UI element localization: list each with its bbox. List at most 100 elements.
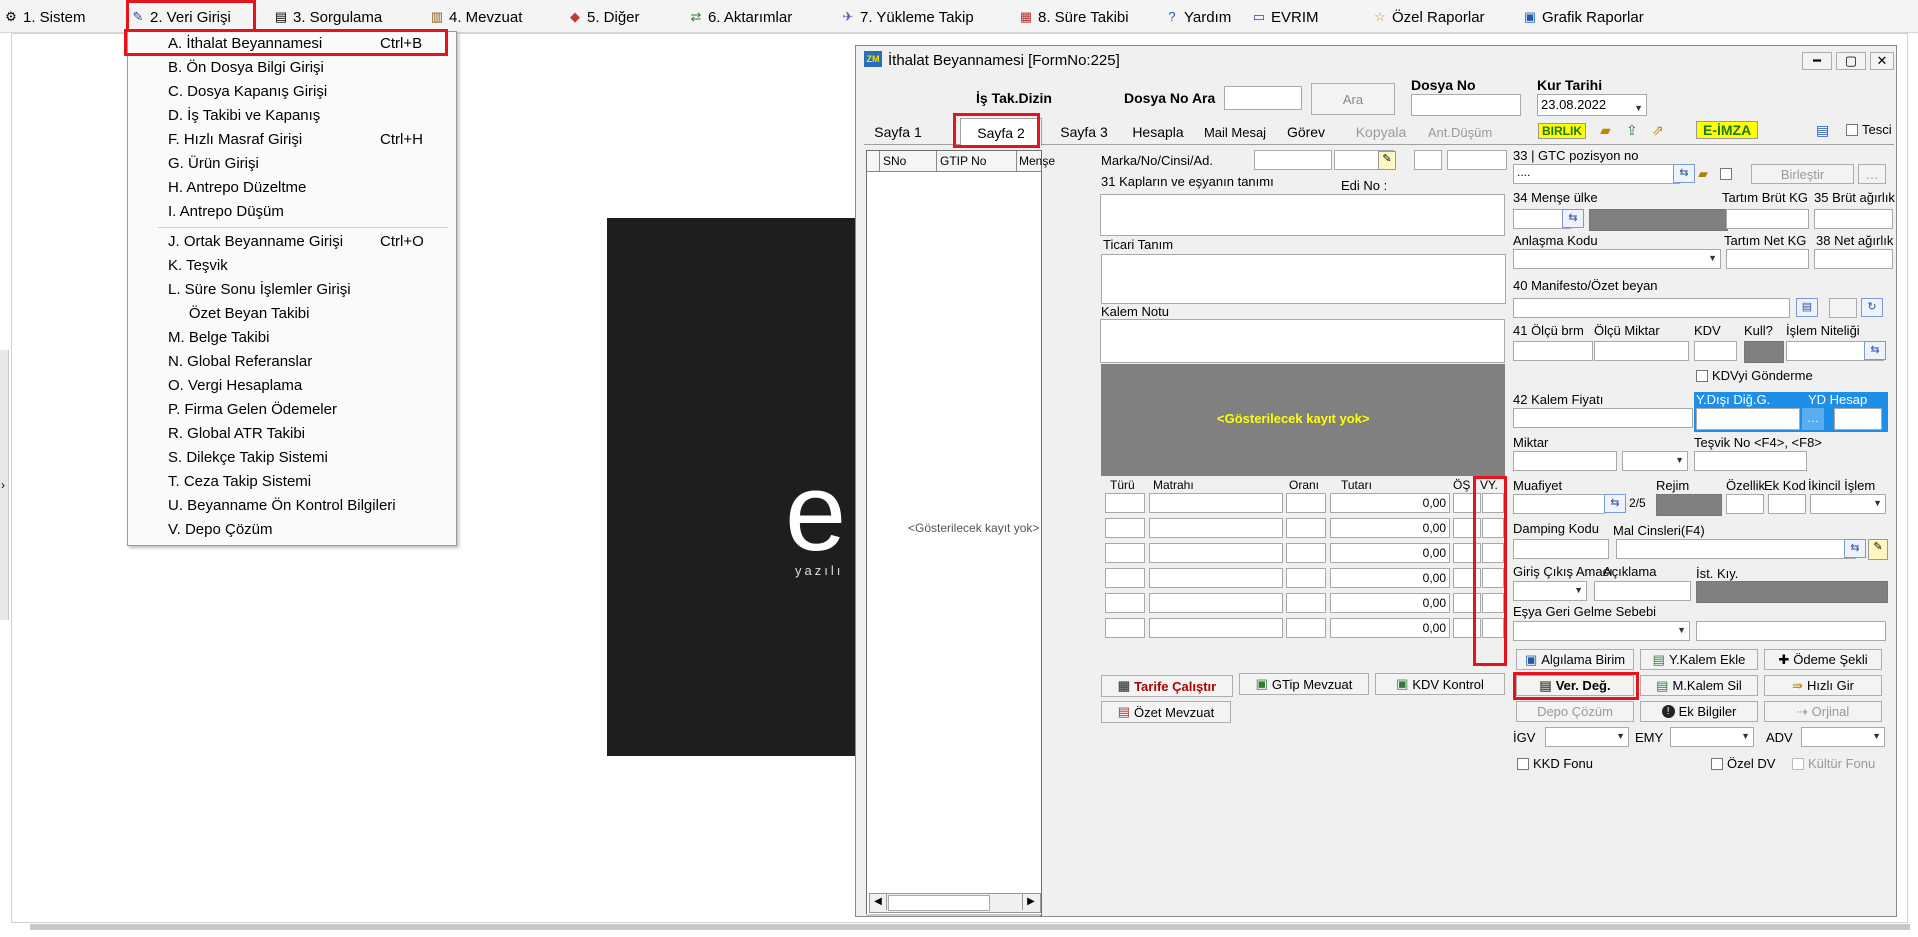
net-agirlik-input[interactable]	[1814, 249, 1893, 269]
muafiyet-input[interactable]	[1513, 494, 1605, 514]
menu-item-ortak-beyanname[interactable]: J. Ortak Beyanname Girişi	[168, 233, 343, 250]
kur-tarihi-date[interactable]: 23.08.2022	[1537, 94, 1647, 118]
ydisi-input[interactable]	[1696, 408, 1800, 430]
menu-item-ithalat[interactable]: A. İthalat Beyannamesi	[168, 35, 322, 52]
menu-item-ozet-beyan[interactable]: Özet Beyan Takibi	[168, 305, 310, 322]
gtc-input[interactable]: ....	[1513, 164, 1680, 184]
mal-cinsleri-edit-icon[interactable]: ✎	[1868, 539, 1888, 560]
tab-kopyala[interactable]: Kopyala	[1346, 120, 1416, 144]
export-icon[interactable]: ⇗	[1652, 122, 1664, 139]
scroll-thumb[interactable]	[888, 895, 990, 911]
kkd-fonu-checkbox[interactable]	[1517, 758, 1529, 770]
menu-grafik-raporlar[interactable]: ▣ Grafik Raporlar	[1523, 7, 1644, 27]
menu-aktarimlar[interactable]: ⇄ 6. Aktarımlar	[689, 7, 793, 27]
menu-yardim[interactable]: ? Yardım	[1165, 7, 1231, 27]
kalem-ekle-button[interactable]: ▤ Y.Kalem Ekle	[1640, 649, 1758, 670]
menu-item-tesvik[interactable]: K. Teşvik	[168, 257, 228, 274]
miktar-unit-select[interactable]	[1622, 451, 1688, 471]
tax-tutar-cell[interactable]: 0,00	[1330, 593, 1450, 613]
kdv-kontrol-button[interactable]: ▣ KDV Kontrol	[1375, 673, 1505, 695]
tax-os-cell[interactable]	[1453, 568, 1481, 588]
menu-item-on-dosya[interactable]: B. Ön Dosya Bilgi Girişi	[168, 59, 324, 76]
menu-item-hizli-masraf[interactable]: F. Hızlı Masraf Girişi	[168, 131, 302, 148]
is-tak-dizin-label[interactable]: İş Tak.Dizin	[976, 90, 1052, 106]
gtc-lookup-icon[interactable]: ⇆	[1673, 164, 1695, 183]
menu-diger[interactable]: ◆ 5. Diğer	[568, 7, 640, 27]
menu-item-antrepo-duzeltme[interactable]: H. Antrepo Düzeltme	[168, 179, 306, 196]
horizontal-scrollbar[interactable]	[30, 924, 1910, 930]
folder-icon[interactable]: ▰	[1600, 122, 1611, 139]
maximize-button[interactable]: ▢	[1836, 52, 1866, 70]
tax-oran-cell[interactable]	[1286, 593, 1326, 613]
giris-cikis-select[interactable]	[1513, 581, 1587, 601]
hizli-gir-button[interactable]: ⇛ Hızlı Gir	[1764, 675, 1882, 696]
birlestir-more-button[interactable]: …	[1858, 164, 1886, 184]
kalem-notu-textarea[interactable]	[1100, 319, 1505, 363]
kdv-gonderme-checkbox[interactable]	[1696, 370, 1708, 382]
tax-turu-cell[interactable]	[1105, 618, 1145, 638]
menu-item-on-kontrol[interactable]: U. Beyanname Ön Kontrol Bilgileri	[168, 497, 396, 514]
birlestir-button[interactable]: Birleştir	[1751, 164, 1854, 184]
menu-evrim[interactable]: ▭ EVRIM	[1252, 7, 1319, 27]
tax-tutar-cell[interactable]: 0,00	[1330, 568, 1450, 588]
col-mense[interactable]: Menşe	[1019, 154, 1055, 168]
tax-matrah-cell[interactable]	[1149, 618, 1283, 638]
kalem-grid[interactable]: SNo GTIP No Menşe <Gösterilecek kayıt yo…	[866, 150, 1055, 916]
depo-cozum-button[interactable]: Depo Çözüm	[1516, 701, 1634, 722]
grid-hscrollbar[interactable]: ◀ ▶	[869, 893, 1041, 913]
menu-item-antrepo-dusum[interactable]: I. Antrepo Düşüm	[168, 203, 284, 220]
manifesto-input[interactable]	[1513, 298, 1790, 318]
marka-input-4[interactable]	[1447, 150, 1507, 170]
orjinal-button[interactable]: ⇢ Orjinal	[1764, 701, 1882, 722]
ozel-dv-checkbox[interactable]	[1711, 758, 1723, 770]
menu-item-global-atr[interactable]: R. Global ATR Takibi	[168, 425, 305, 442]
damping-input[interactable]	[1513, 539, 1609, 559]
menu-item-dilekce[interactable]: S. Dilekçe Takip Sistemi	[168, 449, 328, 466]
tab-gorev[interactable]: Görev	[1276, 120, 1336, 144]
tax-matrah-cell[interactable]	[1149, 518, 1283, 538]
tab-mail-mesaj[interactable]: Mail Mesaj	[1197, 120, 1273, 144]
menu-item-depo-cozum[interactable]: V. Depo Çözüm	[168, 521, 273, 538]
tax-vy-cell[interactable]	[1482, 568, 1504, 588]
tax-os-cell[interactable]	[1453, 593, 1481, 613]
tax-turu-cell[interactable]	[1105, 568, 1145, 588]
ydisi-more-button[interactable]: …	[1802, 408, 1824, 430]
tax-tutar-cell[interactable]: 0,00	[1330, 618, 1450, 638]
tax-turu-cell[interactable]	[1105, 593, 1145, 613]
e-imza-button[interactable]: E-İMZA	[1696, 121, 1759, 139]
edit-icon[interactable]: ✎	[1378, 151, 1396, 170]
menu-item-urun-girisi[interactable]: G. Ürün Girişi	[168, 155, 259, 172]
tax-oran-cell[interactable]	[1286, 543, 1326, 563]
marka-input-3[interactable]	[1414, 150, 1442, 170]
tax-vy-cell[interactable]	[1482, 518, 1504, 538]
esya-geri-select[interactable]	[1513, 621, 1690, 641]
tax-os-cell[interactable]	[1453, 493, 1481, 513]
tax-oran-cell[interactable]	[1286, 493, 1326, 513]
olcu-brm-input[interactable]	[1513, 341, 1593, 361]
tax-os-cell[interactable]	[1453, 518, 1481, 538]
menu-item-ceza-takip[interactable]: T. Ceza Takip Sistemi	[168, 473, 311, 490]
ver-deg-button[interactable]: ▤ Ver. Değ.	[1516, 675, 1634, 696]
dosya-no-ara-input[interactable]	[1224, 86, 1302, 110]
tax-vy-cell[interactable]	[1482, 593, 1504, 613]
tab-hesapla[interactable]: Hesapla	[1123, 120, 1193, 144]
tab-ant-dusum[interactable]: Ant.Düşüm	[1422, 120, 1498, 144]
scroll-right-icon[interactable]: ▶	[1022, 894, 1039, 910]
tax-oran-cell[interactable]	[1286, 568, 1326, 588]
ozet-mevzuat-button[interactable]: ▤ Özet Mevzuat	[1101, 701, 1231, 723]
tax-turu-cell[interactable]	[1105, 493, 1145, 513]
olcu-miktar-input[interactable]	[1594, 341, 1689, 361]
menu-yukleme-takip[interactable]: ✈ 7. Yükleme Takip	[841, 7, 974, 27]
ara-button[interactable]: Ara	[1311, 83, 1395, 115]
ozellik-input[interactable]	[1726, 494, 1764, 514]
menu-ozel-raporlar[interactable]: ☆ Özel Raporlar	[1373, 7, 1484, 27]
manifesto-blank-button[interactable]	[1829, 298, 1857, 318]
tarife-calistir-button[interactable]: ▦ Tarife Çalıştır	[1101, 675, 1233, 697]
tax-matrah-cell[interactable]	[1149, 543, 1283, 563]
mal-cinsleri-lookup-icon[interactable]: ⇆	[1844, 539, 1866, 558]
tax-turu-cell[interactable]	[1105, 543, 1145, 563]
menu-veri-girisi[interactable]: ✎ 2. Veri Girişi	[131, 7, 231, 27]
yd-hesap-input[interactable]	[1834, 408, 1882, 430]
tax-vy-cell[interactable]	[1482, 618, 1504, 638]
tax-vy-cell[interactable]	[1482, 493, 1504, 513]
